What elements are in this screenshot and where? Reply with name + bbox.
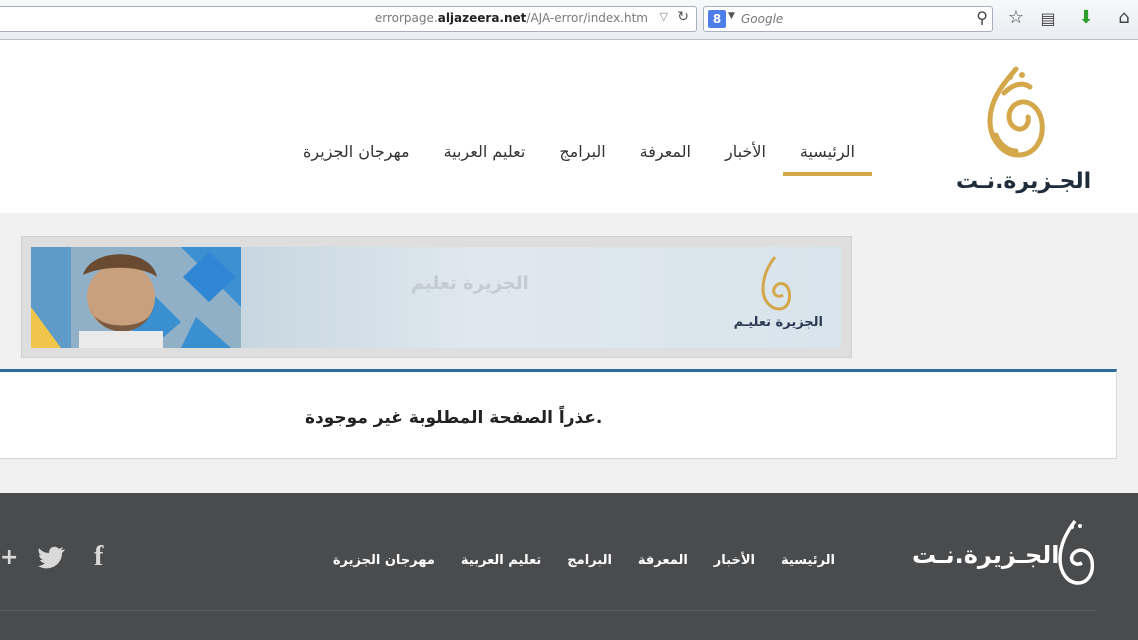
bookmark-star-icon[interactable]: ☆: [1005, 7, 1027, 28]
footer-nav: الرئيسية الأخبار المعرفة البرامج تعليم ا…: [320, 553, 848, 568]
footer-nav-news[interactable]: الأخبار: [701, 553, 768, 568]
nav-item-programs[interactable]: البرامج: [542, 140, 622, 174]
download-icon[interactable]: ⬇: [1075, 7, 1097, 28]
reload-icon[interactable]: ↻: [677, 9, 689, 25]
twitter-icon[interactable]: [38, 546, 66, 570]
error-message: عذراً الصفحة المطلوبة غير موجودة.: [305, 408, 603, 428]
footer-divider: [0, 610, 1097, 611]
googleplus-icon[interactable]: +: [0, 545, 18, 570]
nav-item-news[interactable]: الأخبار: [708, 140, 783, 174]
address-bar[interactable]: errorpage.aljazeera.net/AJA-error/index.…: [0, 6, 697, 32]
nav-item-home[interactable]: الرئيسية: [782, 140, 873, 176]
footer-nav-learn-arabic[interactable]: تعليم العربية: [448, 553, 554, 568]
error-box: عذراً الصفحة المطلوبة غير موجودة.: [0, 369, 1117, 459]
search-engine-dropdown-icon[interactable]: ▼: [728, 11, 735, 21]
home-icon[interactable]: ⌂: [1113, 7, 1135, 28]
aljazeera-logo[interactable]: الجـزيرة.نـت: [956, 63, 1092, 198]
search-engine-icon[interactable]: 8: [708, 10, 726, 28]
browser-toolbar: errorpage.aljazeera.net/AJA-error/index.…: [0, 0, 1138, 40]
banner-logo-icon: [761, 256, 791, 311]
footer-logo-text[interactable]: الجـزيرة.نـت: [912, 541, 1060, 569]
main-nav: الرئيسية الأخبار المعرفة البرامج تعليم ا…: [286, 140, 873, 176]
banner-watermark-text: الجزيرة تعليم: [411, 273, 529, 294]
nav-item-knowledge[interactable]: المعرفة: [623, 140, 708, 174]
nav-item-learn-arabic[interactable]: تعليم العربية: [427, 140, 543, 174]
banner-brand-text: الجزيرة تعليـم: [733, 315, 823, 330]
banner-artwork: [31, 247, 241, 348]
logo-text: الجـزيرة.نـت: [956, 169, 1092, 194]
footer-nav-home[interactable]: الرئيسية: [768, 553, 848, 568]
reading-list-icon[interactable]: ▤: [1037, 9, 1059, 28]
footer-nav-festival[interactable]: مهرجان الجزيرة: [320, 553, 448, 568]
aljazeera-emblem-icon: [987, 66, 1045, 158]
footer-nav-programs[interactable]: البرامج: [554, 553, 625, 568]
search-go-icon[interactable]: ⚲: [976, 8, 988, 27]
url-dropdown-icon[interactable]: ▽: [660, 10, 668, 23]
search-input[interactable]: Google: [741, 12, 783, 26]
ad-banner[interactable]: الجزيرة تعليم الجزيرة تعليـم: [31, 247, 841, 348]
url-text: errorpage.aljazeera.net/AJA-error/index.…: [374, 11, 648, 25]
nav-item-festival[interactable]: مهرجان الجزيرة: [286, 140, 427, 174]
footer-nav-knowledge[interactable]: المعرفة: [625, 553, 701, 568]
facebook-icon[interactable]: f: [94, 541, 103, 573]
site-footer: الجـزيرة.نـت الرئيسية الأخبار المعرفة ال…: [0, 493, 1138, 640]
search-bar[interactable]: 8 ▼ Google ⚲: [703, 6, 993, 32]
